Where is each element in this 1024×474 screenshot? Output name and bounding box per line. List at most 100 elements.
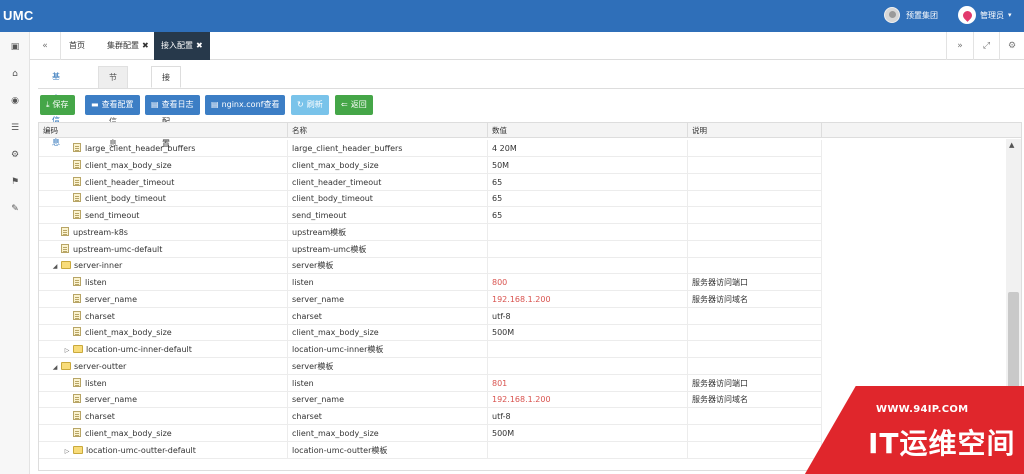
nginx-conf-view-button[interactable]: ▤ nginx.conf查看 <box>205 95 286 115</box>
subtab-basic-info[interactable]: 基本信息 <box>42 66 70 147</box>
tab-access-config[interactable]: 接入配置 ✖ <box>154 32 210 60</box>
cell-value[interactable] <box>488 223 688 241</box>
cell-value[interactable]: 500M <box>488 424 688 442</box>
tab-home[interactable]: 首页 <box>62 32 92 60</box>
subtab-node-info[interactable]: 节点信息 <box>98 66 128 148</box>
eye-icon[interactable]: ◉ <box>9 95 21 107</box>
table-row[interactable]: ▷ location-umc-outter-default location-umc… <box>39 441 822 459</box>
table-row[interactable]: large_client_header_buffers large_client_… <box>39 140 822 157</box>
table-row[interactable]: ◢ server-outter server模板 <box>39 357 822 375</box>
column-header-name[interactable]: 名称 <box>288 123 488 138</box>
list-icon[interactable]: ☰ <box>9 122 21 134</box>
table-row[interactable]: client_max_body_size client_max_body_size… <box>39 156 822 174</box>
table-row[interactable]: ◢ server-inner server模板 <box>39 257 822 275</box>
file-icon <box>73 394 81 404</box>
table-row[interactable]: client_header_timeout client_header_timeo… <box>39 173 822 191</box>
cell-value[interactable]: utf-8 <box>488 307 688 325</box>
cell-value[interactable] <box>488 341 688 358</box>
cell-code: ▷ location-umc-inner-default <box>39 341 288 358</box>
subtab-access-config[interactable]: 接入配置 <box>151 66 181 148</box>
table-row[interactable]: charset charset utf-8 <box>39 408 822 425</box>
cell-value[interactable]: 801 <box>488 374 688 392</box>
settings-icon[interactable]: ⚙ <box>1000 32 1024 60</box>
cell-value[interactable] <box>488 357 688 375</box>
folder-icon <box>73 345 83 353</box>
watermark-title: IT运维空间 <box>868 427 1016 460</box>
refresh-button[interactable]: ↻ 刷新 <box>291 95 329 115</box>
cell-value[interactable]: 192.168.1.200 <box>488 290 688 308</box>
file-icon <box>73 293 81 303</box>
file-icon <box>73 427 81 437</box>
column-header-code[interactable]: 编码 <box>39 123 288 138</box>
table-row[interactable]: charset charset utf-8 <box>39 307 822 325</box>
cell-value[interactable] <box>488 240 688 258</box>
view-log-button[interactable]: ▤ 查看日志 <box>145 95 200 115</box>
table-row[interactable]: ▷ location-umc-inner-default location-umc-… <box>39 341 822 358</box>
expand-icon[interactable]: ▷ <box>63 443 71 459</box>
cell-value[interactable]: 65 <box>488 190 688 208</box>
cell-name: client_body_timeout <box>288 190 488 208</box>
cell-name: client_max_body_size <box>288 324 488 342</box>
cell-code: server_name <box>39 391 288 409</box>
cell-value[interactable]: 500M <box>488 324 688 342</box>
cell-value[interactable]: 4 20M <box>488 140 688 157</box>
expand-icon[interactable]: ▷ <box>63 342 71 358</box>
bank-icon[interactable]: ⌂ <box>9 68 21 80</box>
cell-value[interactable]: 65 <box>488 207 688 224</box>
dashboard-icon[interactable]: ▣ <box>9 41 21 53</box>
cell-code: client_max_body_size <box>39 424 288 442</box>
app-logo[interactable]: UMC <box>3 8 34 23</box>
table-row[interactable]: client_body_timeout client_body_timeout 65 <box>39 190 822 208</box>
column-header-value[interactable]: 数值 <box>488 123 688 138</box>
button-label: 查看日志 <box>161 100 194 109</box>
cell-value[interactable] <box>488 441 688 459</box>
tabs-prev-icon[interactable]: « <box>30 32 60 60</box>
cell-value[interactable]: 50M <box>488 156 688 174</box>
collapse-icon[interactable]: ◢ <box>51 359 59 375</box>
code-text: location-umc-inner-default <box>86 345 192 354</box>
close-icon[interactable]: ✖ <box>196 41 203 50</box>
tabs-next-icon[interactable]: » <box>947 32 973 60</box>
table-row[interactable]: listen listen 801 服务器访问端口 <box>39 374 822 392</box>
save-button[interactable]: ⤓ 保存 <box>40 95 75 115</box>
close-icon[interactable]: ✖ <box>142 41 149 50</box>
table-row[interactable]: listen listen 800 服务器访问端口 <box>39 274 822 291</box>
cell-name: server_name <box>288 391 488 409</box>
code-text: large_client_header_buffers <box>85 144 196 153</box>
file-icon <box>73 411 81 420</box>
scroll-up-icon[interactable]: ▲ <box>1009 141 1014 149</box>
cell-value[interactable]: utf-8 <box>488 408 688 425</box>
table-row[interactable]: client_max_body_size client_max_body_size… <box>39 324 822 342</box>
table-row[interactable]: upstream-k8s upstream模板 <box>39 223 822 241</box>
org-switcher[interactable]: 预置集团 <box>884 7 938 23</box>
cell-value[interactable]: 192.168.1.200 <box>488 391 688 409</box>
cell-desc <box>688 240 822 258</box>
cell-name: server模板 <box>288 257 488 275</box>
view-config-button[interactable]: ▬ 查看配置 <box>85 95 140 115</box>
wrench-icon[interactable]: ✎ <box>9 203 21 215</box>
table-row[interactable]: upstream-umc-default upstream-umc模板 <box>39 240 822 258</box>
sitemap-icon[interactable]: ⚑ <box>9 176 21 188</box>
user-menu[interactable]: 管理员 ▾ <box>958 6 1012 24</box>
collapse-icon[interactable]: ◢ <box>51 258 59 274</box>
file-icon <box>73 277 81 286</box>
cell-desc: 服务器访问端口 <box>688 374 822 392</box>
cell-value[interactable]: 65 <box>488 173 688 191</box>
cell-value[interactable] <box>488 257 688 275</box>
fullscreen-icon[interactable]: ⤢ <box>974 32 999 60</box>
back-button[interactable]: ⇐ 返回 <box>335 95 373 115</box>
refresh-icon: ↻ <box>297 100 304 109</box>
gear-icon[interactable]: ⚙ <box>9 149 21 161</box>
code-text: send_timeout <box>85 211 140 220</box>
cell-name: large_client_header_buffers <box>288 140 488 157</box>
table-row[interactable]: send_timeout send_timeout 65 <box>39 207 822 224</box>
tab-cluster-config[interactable]: 集群配置 ✖ <box>100 32 156 60</box>
table-row[interactable]: server_name server_name 192.168.1.200 服务器访问… <box>39 290 822 308</box>
table-row[interactable]: server_name server_name 192.168.1.200 服务器访问… <box>39 391 822 409</box>
cell-name: charset <box>288 408 488 425</box>
document-icon: ▤ <box>211 100 219 109</box>
table-row[interactable]: client_max_body_size client_max_body_size… <box>39 424 822 442</box>
column-header-desc[interactable]: 说明 <box>688 123 822 138</box>
org-avatar-icon <box>884 7 900 23</box>
cell-value[interactable]: 800 <box>488 274 688 291</box>
